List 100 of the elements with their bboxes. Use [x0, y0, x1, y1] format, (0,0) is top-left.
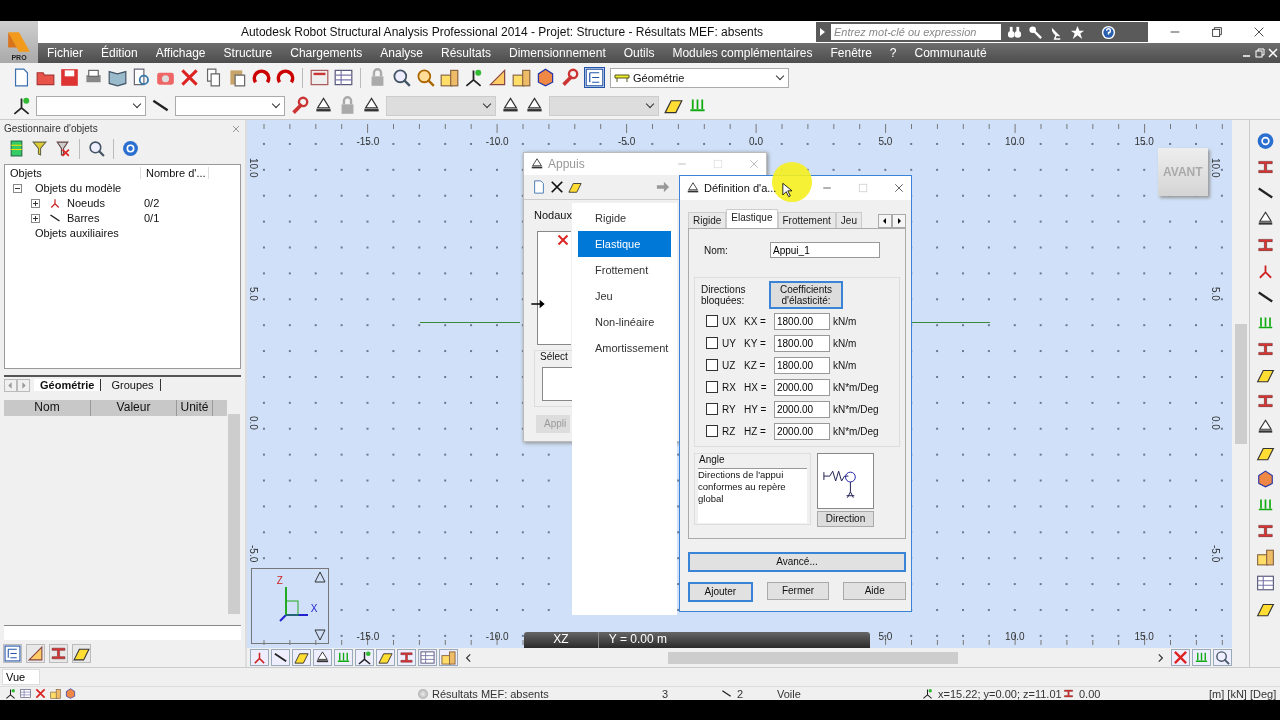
name-field[interactable]: Appui_1 [770, 242, 880, 258]
ruler-label: -15.0 [356, 136, 380, 147]
tree-item[interactable]: Objets auxiliaires [25, 227, 119, 240]
direction-label: UY [722, 337, 737, 349]
menu-item[interactable]: Affichage [146, 46, 215, 60]
list-item[interactable]: Non-linéaire [578, 309, 671, 335]
ruler-label: 10.0 [1005, 631, 1025, 642]
menu-item[interactable]: Dimensionnement [500, 46, 615, 60]
ruler-label: -5.0 [1209, 545, 1221, 563]
status-field: 2 [737, 687, 765, 700]
coefficient-field[interactable]: 2000.00 [774, 422, 830, 440]
dialog-title: Appuis [548, 157, 585, 171]
column-label: Directions bloquées: [701, 284, 747, 306]
angle-description: Directions de l'appui conformes au repère global [698, 468, 807, 523]
direction-label: UZ [722, 359, 737, 371]
dialog-button[interactable]: Fermer [766, 582, 830, 600]
ruler-label: 5.0 [1209, 287, 1221, 301]
menu-item[interactable]: Édition [92, 46, 147, 60]
ruler-label: 0.0 [247, 416, 259, 430]
unit-label: kN*m/Deg [833, 381, 879, 393]
dialog-tab[interactable]: Elastique [726, 209, 778, 228]
list-item[interactable]: Elastique [578, 231, 671, 257]
status-field: 0.00 [1079, 687, 1179, 700]
field-label: Nom: [704, 244, 729, 256]
panel-tab[interactable]: Géométrie [34, 379, 102, 392]
panel-title: Gestionnaire d'objets [4, 123, 99, 135]
window-title: Autodesk Robot Structural Analysis Professional 2014 - Projet: Structure - Résultats MEF: absents [239, 25, 765, 39]
search-field[interactable]: Entrez mot-clé ou expression [831, 24, 1001, 40]
unit-label: kN/m [833, 315, 857, 327]
menu-item[interactable]: Chargements [281, 46, 372, 60]
menu-item[interactable]: Analyse [371, 46, 432, 60]
ruler-label: 5.0 [878, 631, 893, 642]
menu-item[interactable]: Fenêtre [821, 46, 881, 60]
coefficient-field[interactable]: 1800.00 [774, 312, 830, 330]
coefficient-label: HX = [744, 381, 768, 393]
coefficient-field[interactable]: 2000.00 [774, 378, 830, 396]
panel-tab[interactable]: Groupes [105, 379, 161, 392]
dialog-tab[interactable]: Rigide [688, 212, 727, 228]
coordinate-button[interactable]: Y = 0.00 m [598, 632, 667, 648]
menu-item[interactable]: Structure [214, 46, 282, 60]
ruler-label: 5.0 [878, 136, 893, 147]
unit-label: kN/m [833, 359, 857, 371]
dialog-button[interactable]: Aide [843, 582, 906, 600]
ruler-label: -5.0 [618, 136, 636, 147]
ruler-label: 0.0 [1209, 416, 1221, 430]
group-label: Angle [699, 454, 725, 465]
ruler-label: 10.0 [1209, 158, 1221, 178]
list-item[interactable]: Amortissement [578, 335, 671, 361]
coefficient-label: KX = [744, 315, 767, 327]
axes-widget[interactable]: Z X [250, 568, 329, 644]
coefficient-field[interactable]: 2000.00 [774, 400, 830, 418]
menu-item[interactable]: Outils [614, 46, 664, 60]
column-header[interactable]: Objets [5, 166, 141, 179]
direction-label: RZ [722, 425, 737, 437]
menu-item[interactable]: Fichier [38, 46, 92, 60]
direction-button[interactable]: Direction [817, 511, 874, 527]
ruler-label: 10.0 [1005, 136, 1025, 147]
dialog-tab[interactable]: Jeu [835, 212, 862, 228]
list-item[interactable]: Frottement [578, 257, 671, 283]
status-field: 3 [662, 687, 716, 700]
menu-item[interactable]: ? [880, 46, 906, 60]
column-header[interactable]: Nombre d'... [141, 166, 209, 179]
coefficient-label: HZ = [744, 425, 767, 437]
group-label: Sélect [540, 351, 568, 362]
tree-item[interactable]: Barres [64, 212, 127, 225]
menu-item[interactable]: Communauté [905, 46, 996, 60]
coefficient-label: KY = [744, 337, 767, 349]
tree-item[interactable]: Objets du modèle [25, 182, 122, 195]
view-field[interactable]: Vue [2, 669, 40, 686]
coefficients-button[interactable]: Coefficients d'élasticité: [769, 281, 843, 309]
status-field: Voile [769, 687, 917, 700]
axis-label: X [310, 603, 318, 614]
axis-label: Z [276, 575, 283, 586]
list-item[interactable]: Rigide [578, 205, 671, 231]
direction-label: RY [722, 403, 737, 415]
direction-label: RX [722, 381, 737, 393]
ruler-label: 15.0 [1134, 136, 1154, 147]
advanced-button[interactable]: Avancé... [688, 552, 906, 572]
unit-label: kN*m/Deg [833, 425, 879, 437]
coefficient-field[interactable]: 1800.00 [774, 334, 830, 352]
ruler-label: 10.0 [247, 158, 259, 178]
ruler-label: -15.0 [356, 631, 380, 642]
units-text: [m] [kN] [Deg] [1209, 687, 1277, 700]
view-dropdown[interactable]: Géométrie [610, 67, 789, 88]
dialog-tab[interactable]: Frottement [777, 212, 836, 228]
dialog-button[interactable]: Ajouter [688, 582, 753, 602]
ruler-label: -5.0 [247, 545, 259, 563]
ruler-label: -10.0 [485, 631, 509, 642]
coefficient-label: KZ = [744, 359, 767, 371]
menu-item[interactable]: Modules complémentaires [663, 46, 822, 60]
list-item[interactable]: Jeu [578, 283, 671, 309]
count-text: 0/2 [144, 197, 160, 210]
coefficient-label: HY = [744, 403, 768, 415]
ruler-label: -10.0 [485, 136, 509, 147]
view-plane-button[interactable]: XZ [523, 632, 599, 648]
menu-item[interactable]: Résultats [432, 46, 500, 60]
tree-item[interactable]: Noeuds [64, 197, 127, 210]
dialog-tab[interactable]: Nodaux [534, 209, 572, 221]
coefficient-field[interactable]: 1800.00 [774, 356, 830, 374]
unit-label: kN/m [833, 337, 857, 349]
